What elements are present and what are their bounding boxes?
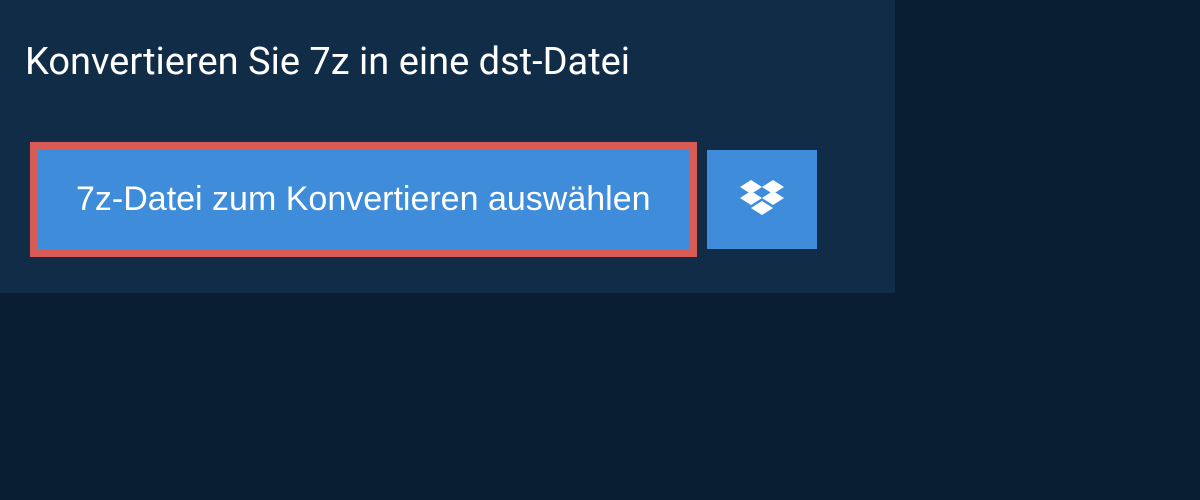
converter-panel: Konvertieren Sie 7z in eine dst-Datei 7z… [0, 0, 895, 293]
select-button-highlight: 7z-Datei zum Konvertieren auswählen [30, 142, 697, 257]
page-title: Konvertieren Sie 7z in eine dst-Datei [0, 20, 895, 112]
dropbox-icon [740, 180, 784, 220]
dropbox-button[interactable] [707, 150, 817, 249]
select-file-button[interactable]: 7z-Datei zum Konvertieren auswählen [38, 150, 689, 249]
button-row: 7z-Datei zum Konvertieren auswählen [0, 112, 895, 293]
